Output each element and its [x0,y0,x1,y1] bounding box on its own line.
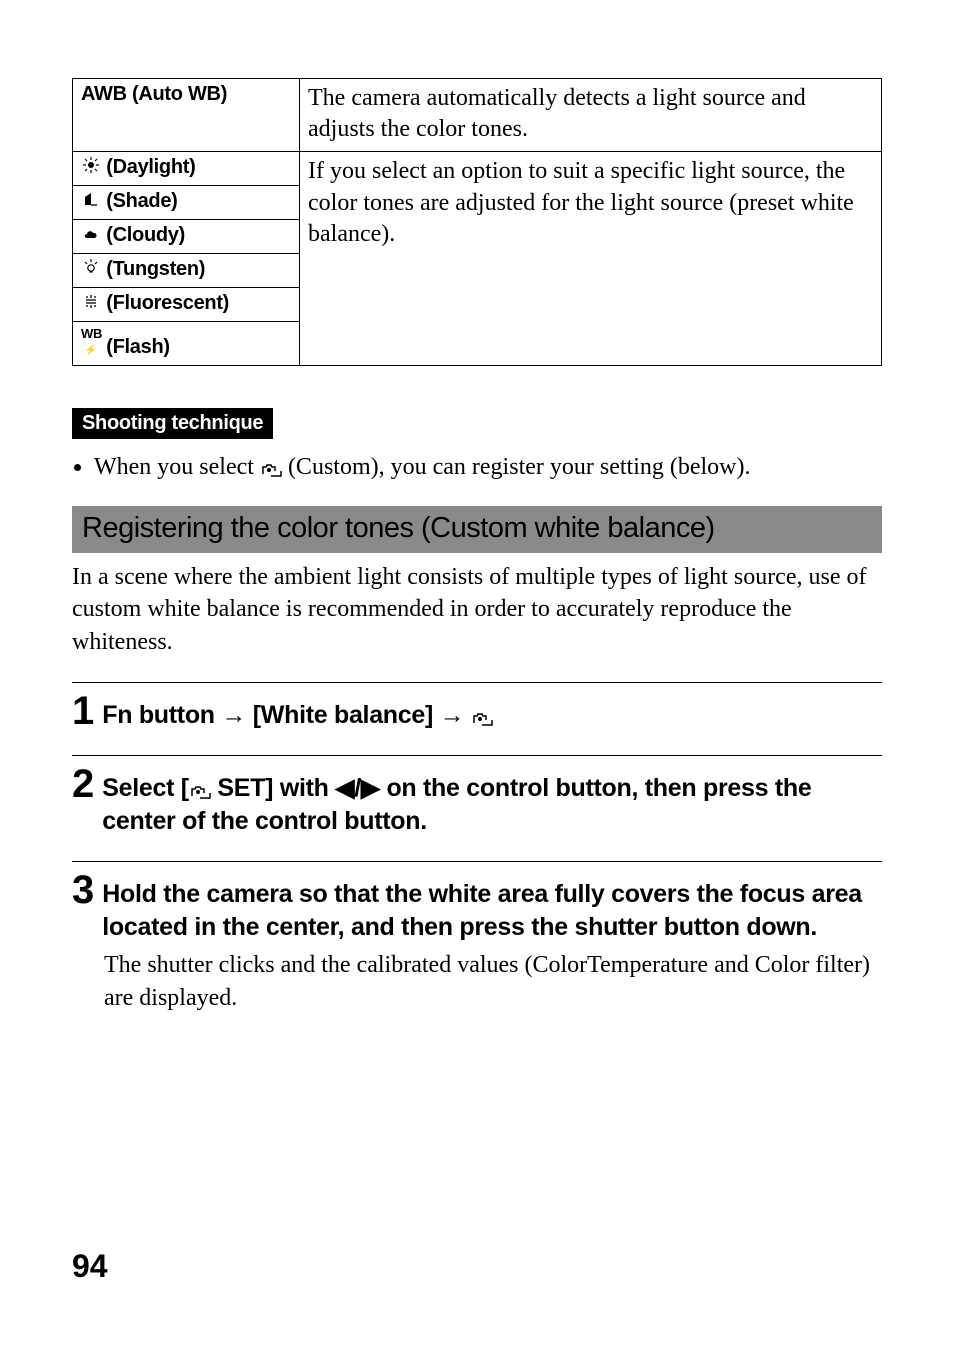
wb-label: (Flash) [106,336,169,358]
sun-icon [81,157,101,178]
wb-label: AWB (Auto WB) [81,83,227,105]
slash-text: / [354,774,361,802]
wb-label: (Shade) [106,190,177,212]
wb-label: (Daylight) [106,156,195,178]
step-3-desc: The shutter clicks and the calibrated va… [104,949,882,1014]
triangle-left-icon: ◀ [335,774,354,802]
wb-label: (Fluorescent) [106,292,229,314]
wb-desc-auto: The camera automatically detects a light… [300,79,882,152]
step-number: 3 [72,870,94,910]
wb-option-tungsten: (Tungsten) [73,254,300,288]
bulb-icon [81,259,101,280]
custom-wb-icon [260,454,282,480]
step-1: 1 Fn button → [White balance] → [72,682,882,732]
section-body: In a scene where the ambient light consi… [72,561,882,658]
custom-wb-set-icon [189,774,211,802]
shade-icon [81,191,101,212]
section-heading: Registering the color tones (Custom whit… [72,506,882,553]
fluorescent-icon [81,293,101,314]
arrow-right-icon: → [221,701,246,729]
technique-bullet: When you select (Custom), you can regist… [94,451,882,483]
step-2: 2 Select [ SET] with ◀/▶ on the control … [72,755,882,837]
white-balance-table: AWB (Auto WB) The camera automatically d… [72,78,882,366]
bullet-text-post: (Custom), you can register your setting … [282,454,751,480]
wb-label: (Cloudy) [106,224,185,246]
arrow-right-icon: → [440,701,465,729]
step-text-b: [White balance] [246,701,440,729]
wb-option-fluorescent: (Fluorescent) [73,288,300,322]
table-row: AWB (Auto WB) The camera automatically d… [73,79,882,152]
step-1-text: Fn button → [White balance] → [102,691,493,732]
cloud-icon [81,225,101,246]
step-2-text: Select [ SET] with ◀/▶ on the control bu… [102,764,882,837]
triangle-right-icon: ▶ [361,774,380,802]
step-text-b: SET] with [211,774,335,802]
technique-list: When you select (Custom), you can regist… [72,451,882,483]
flash-icon: WB⚡ [81,326,101,356]
page-number: 94 [72,1248,108,1285]
step-text-a: Select [ [102,774,189,802]
wb-label: (Tungsten) [106,258,205,280]
wb-option-cloudy: (Cloudy) [73,220,300,254]
step-number: 2 [72,764,94,804]
shooting-technique-badge: Shooting technique [72,408,273,439]
wb-option-auto: AWB (Auto WB) [73,79,300,152]
step-3: 3 Hold the camera so that the white area… [72,861,882,1014]
step-3-text: Hold the camera so that the white area f… [102,870,882,943]
step-number: 1 [72,691,94,731]
custom-wb-icon [471,701,493,729]
table-row: (Daylight) If you select an option to su… [73,152,882,186]
wb-option-shade: (Shade) [73,186,300,220]
step-text-a: Fn button [102,701,221,729]
bullet-text-pre: When you select [94,454,260,480]
wb-desc-preset: If you select an option to suit a specif… [300,152,882,366]
page-content: AWB (Auto WB) The camera automatically d… [0,0,954,1014]
wb-option-flash: WB⚡ (Flash) [73,322,300,366]
wb-option-daylight: (Daylight) [73,152,300,186]
